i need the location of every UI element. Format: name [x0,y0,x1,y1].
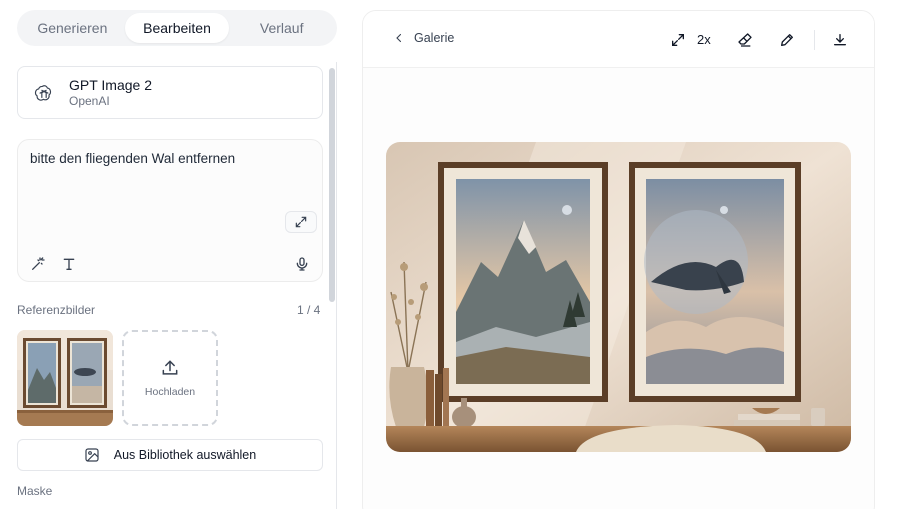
panel-divider [336,62,337,509]
eraser-icon[interactable] [735,30,755,50]
prompt-box[interactable]: bitte den fliegenden Wal entfernen [17,139,323,282]
toolbar-separator [814,30,815,50]
sidebar-scrollbar[interactable] [329,68,335,302]
chevron-left-icon [396,33,402,43]
prompt-input[interactable]: bitte den fliegenden Wal entfernen [30,151,235,166]
upscale-icon[interactable] [668,30,688,50]
magic-wand-icon[interactable] [29,255,47,273]
upload-icon [162,360,178,375]
download-icon[interactable] [830,30,850,50]
model-selector[interactable]: GPT Image 2 OpenAI [17,66,323,119]
mask-label: Maske [17,484,53,498]
expand-icon [295,216,307,228]
openai-logo-icon [32,81,56,105]
viewer-toolbar: Galerie 2x [363,11,874,68]
model-name: GPT Image 2 [69,76,153,93]
edited-image[interactable] [386,142,851,452]
upload-label: Hochladen [144,386,196,398]
tab-bearbeiten[interactable]: Bearbeiten [124,13,230,43]
library-select-button[interactable]: Aus Bibliothek auswählen [17,439,323,471]
model-vendor: OpenAI [69,93,110,108]
microphone-icon[interactable] [293,255,311,273]
references-count: 1 / 4 [297,303,321,317]
back-label: Galerie [414,31,455,45]
tab-verlauf[interactable]: Verlauf [229,13,334,43]
image-icon [85,448,99,462]
expand-prompt-button[interactable] [285,211,317,233]
upload-dropzone[interactable]: Hochladen [122,330,218,426]
zoom-label[interactable]: 2x [697,32,711,47]
pencil-icon[interactable] [777,30,797,50]
back-to-gallery-button[interactable]: Galerie [393,31,454,45]
text-format-icon[interactable] [60,255,78,273]
references-label: Referenzbilder [17,303,96,317]
library-button-label: Aus Bibliothek auswählen [113,448,257,462]
tab-generieren[interactable]: Generieren [20,13,125,43]
reference-thumbnail[interactable] [17,330,113,426]
mode-tabs: Generieren Bearbeiten Verlauf [17,10,337,46]
image-viewer: Galerie 2x [362,10,875,509]
